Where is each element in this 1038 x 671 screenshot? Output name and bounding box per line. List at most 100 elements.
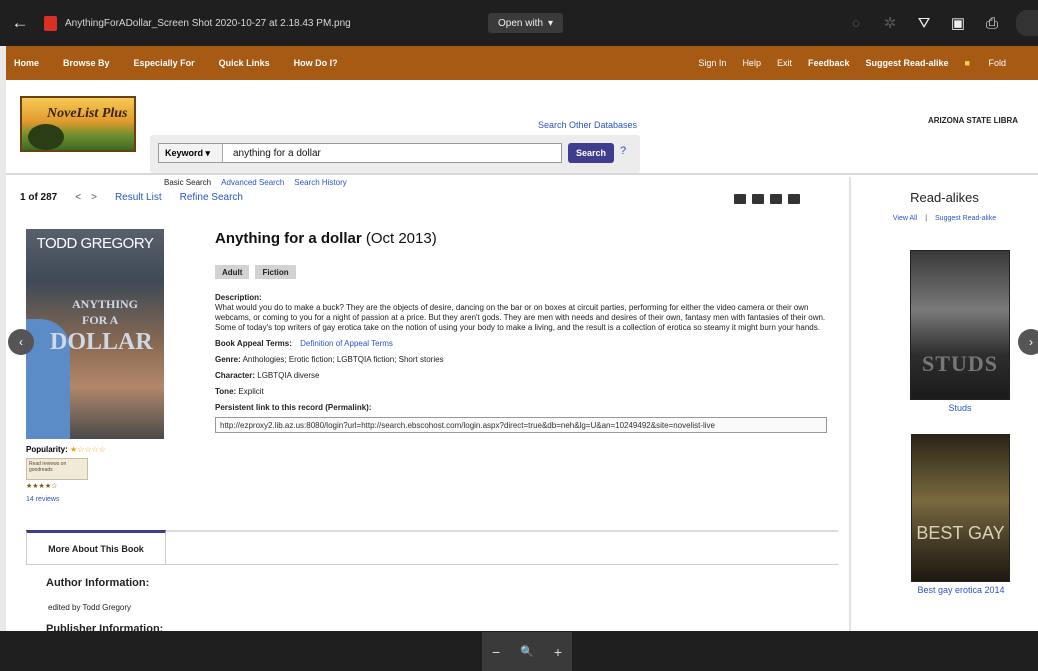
read-alike-cover-2[interactable]: BEST GAY — [911, 434, 1010, 582]
description-text: What would you do to make a buck? They a… — [215, 303, 826, 332]
popularity-stars: ★☆☆☆☆ — [70, 445, 106, 454]
book-details: Description: What would you do to make a… — [215, 293, 830, 433]
zoom-controls: − 🔍 + — [482, 632, 572, 671]
more-about-panel: Author Information: edited by Todd Grego… — [26, 564, 838, 631]
caret-down-icon: ▾ — [548, 17, 554, 29]
permalink-field[interactable]: http://ezproxy2.lib.az.us:8080/login?url… — [215, 417, 827, 433]
read-alike-title-1[interactable]: Studs — [910, 403, 1010, 413]
book-title: Anything for a dollar (Oct 2013) — [215, 230, 437, 247]
book-date: (Oct 2013) — [365, 230, 437, 247]
nav-exit[interactable]: Exit — [777, 58, 792, 68]
permalink-label: Persistent link to this record (Permalin… — [215, 403, 372, 412]
help-icon[interactable]: ? — [620, 145, 626, 157]
tab-more-about-this-book[interactable]: More About This Book — [26, 530, 166, 565]
author-info-heading: Author Information: — [46, 577, 150, 589]
add-to-folder-icon[interactable] — [788, 194, 800, 204]
result-list-link[interactable]: Result List — [115, 192, 162, 203]
result-navigation: 1 of 287 < > Result List Refine Search — [20, 192, 243, 203]
book-tags: Adult Fiction — [215, 265, 296, 279]
open-with-button[interactable]: Open with ▾ — [488, 13, 564, 33]
read-alike-cover-1-text: STUDS — [922, 351, 998, 376]
print-icon[interactable] — [734, 194, 746, 204]
goodreads-rating: ★★★★☆ — [26, 483, 58, 490]
more-options-icon[interactable] — [1016, 10, 1038, 36]
library-name: ARIZONA STATE LIBRA — [928, 116, 1019, 125]
refine-search-link[interactable]: Refine Search — [180, 192, 243, 203]
record-tools — [734, 194, 800, 204]
suggest-read-alike-link[interactable]: Suggest Read-alike — [935, 215, 996, 222]
viewer-toolbar: ← AnythingForADollar_Screen Shot 2020-10… — [0, 0, 1038, 46]
nav-suggest-read-alike[interactable]: Suggest Read-alike — [866, 58, 949, 68]
view-all-link[interactable]: View All — [893, 215, 917, 222]
search-field-wrapper: Keyword ▾ — [158, 143, 563, 163]
nav-folder-label: Fold — [988, 58, 1006, 68]
comment-add-icon[interactable]: ▣ — [948, 13, 968, 33]
save-icon[interactable] — [770, 194, 782, 204]
web-page: Home Browse By Especially For Quick Link… — [6, 46, 1038, 631]
next-result-icon[interactable]: > — [91, 192, 97, 203]
nav-folder[interactable]: ■ Fold — [965, 58, 1022, 68]
search-other-databases-link[interactable]: Search Other Databases — [538, 120, 637, 130]
popularity-label: Popularity: — [26, 445, 68, 454]
back-arrow-icon[interactable]: ← — [6, 9, 34, 37]
publisher-info-heading: Publisher Information: — [46, 623, 164, 631]
cover-title-line-1: ANYTHING — [72, 297, 139, 311]
book-title-text: Anything for a dollar — [215, 230, 362, 247]
previous-image-icon[interactable]: ‹ — [8, 329, 34, 355]
tag-audience: Adult — [215, 265, 250, 279]
author-info-value: edited by Todd Gregory — [48, 603, 132, 612]
result-count: 1 of 287 — [20, 192, 58, 203]
read-alike-title-2[interactable]: Best gay erotica 2014 — [903, 586, 1019, 595]
search-box: Keyword ▾ Search ? — [150, 135, 640, 173]
comment-icon: ○ — [851, 14, 861, 32]
zoom-in-icon[interactable]: + — [554, 644, 562, 660]
nav-especially-for[interactable]: Especially For — [134, 58, 195, 68]
nav-how-do-i[interactable]: How Do I? — [294, 58, 338, 68]
folder-icon: ■ — [964, 58, 970, 68]
email-icon[interactable] — [752, 194, 764, 204]
tag-type: Fiction — [255, 265, 296, 279]
add-to-drive-icon[interactable]: ⛛ — [914, 13, 934, 33]
link-separator: | — [925, 215, 928, 222]
next-image-icon[interactable]: › — [1018, 329, 1038, 355]
prev-result-icon[interactable]: < — [75, 192, 81, 203]
search-field-select[interactable]: Keyword ▾ — [159, 144, 223, 162]
nav-help[interactable]: Help — [742, 58, 761, 68]
read-alikes-sidebar: Read-alikes View All | Suggest Read-alik… — [849, 177, 1038, 631]
more-about-section: More About This Book Author Information:… — [26, 530, 838, 631]
search-input[interactable] — [229, 144, 563, 162]
appeal-terms-definition-link[interactable]: Definition of Appeal Terms — [300, 339, 393, 348]
goodreads-badge[interactable]: Read reviews on goodreads — [26, 458, 88, 480]
appeal-terms-label: Book Appeal Terms: — [215, 339, 292, 348]
cover-title-line-2: FOR A — [82, 313, 119, 327]
popularity: Popularity: ★☆☆☆☆ — [26, 445, 106, 454]
character-label: Character: — [215, 371, 256, 380]
nav-browse-by[interactable]: Browse By — [63, 58, 110, 68]
description-label: Description: — [215, 293, 262, 302]
read-alikes-title: Read-alikes — [910, 190, 979, 205]
book-cover[interactable]: TODD GREGORY ANYTHING FOR A DOLLAR — [26, 229, 164, 439]
logo-text: NoveList Plus — [47, 106, 128, 121]
main-nav-bar: Home Browse By Especially For Quick Link… — [6, 46, 1038, 80]
search-button[interactable]: Search — [568, 143, 614, 163]
novelist-plus-logo[interactable]: NoveList Plus — [20, 96, 136, 152]
nav-home[interactable]: Home — [14, 58, 39, 68]
cover-author: TODD GREGORY — [36, 235, 154, 252]
record-detail: 1 of 287 < > Result List Refine Search T… — [6, 177, 849, 631]
genre-label: Genre: — [215, 355, 241, 364]
nav-sign-in[interactable]: Sign In — [698, 58, 726, 68]
search-header: NoveList Plus Search Other Databases ARI… — [6, 80, 1038, 187]
viewer-filename: AnythingForADollar_Screen Shot 2020-10-2… — [65, 17, 351, 29]
read-alikes-links: View All | Suggest Read-alike — [851, 215, 1038, 222]
print-icon[interactable]: ⎙ — [982, 13, 1002, 33]
open-with-label: Open with — [498, 17, 544, 29]
nav-quick-links[interactable]: Quick Links — [219, 58, 270, 68]
nav-feedback[interactable]: Feedback — [808, 58, 850, 68]
tone-value: Explicit — [238, 387, 264, 396]
magnifier-icon[interactable]: 🔍 — [520, 645, 534, 658]
zoom-out-icon[interactable]: − — [492, 644, 500, 660]
read-alike-cover-2-text: BEST GAY — [916, 523, 1005, 543]
cover-title-line-3: DOLLAR — [50, 329, 153, 355]
read-alike-cover-1[interactable]: STUDS — [910, 250, 1010, 400]
reviews-link[interactable]: 14 reviews — [26, 496, 59, 503]
